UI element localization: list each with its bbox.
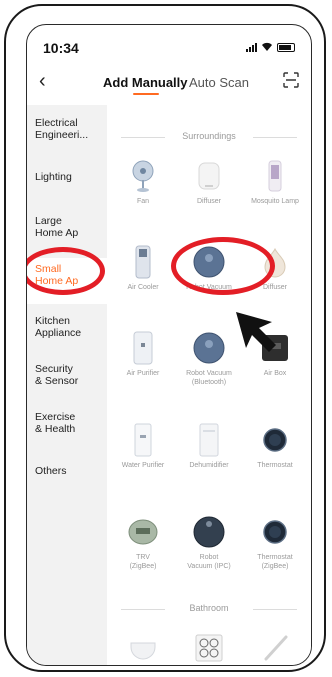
active-tab-indicator	[133, 93, 159, 95]
diffuser-icon	[192, 159, 226, 193]
device-label: Air Box	[263, 370, 287, 377]
device-air-cooler[interactable]: Air Cooler	[111, 245, 175, 292]
device-label: Diffuser	[197, 198, 221, 205]
thermostat-icon	[258, 423, 292, 457]
chevron-left-icon[interactable]: ‹	[39, 71, 46, 91]
section-title: Surroundings	[182, 131, 236, 141]
status-icons	[246, 42, 295, 52]
mosquito-lamp-icon	[258, 159, 292, 193]
air-purifier-icon	[126, 331, 160, 365]
wifi-icon	[262, 42, 272, 51]
phone-frame: 10:34 ‹ Add Manually Auto Scan Electrica…	[4, 4, 326, 672]
sidebar-item-lighting[interactable]: Lighting	[35, 171, 105, 183]
device-diffuser[interactable]: Diffuser	[177, 159, 241, 206]
sidebar-item-security-sensor[interactable]: Security & Sensor	[35, 363, 105, 387]
device-robot-vacuum-ipc[interactable]: Robot Vacuum (IPC)	[177, 515, 241, 571]
device-label: Air Cooler	[127, 284, 159, 291]
device-label: Mosquito Lamp	[251, 198, 299, 205]
arrow-cursor-icon	[236, 312, 276, 352]
device-label: Dehumidifier	[189, 462, 229, 469]
sidebar-item-large-home-appliance[interactable]: Large Home Ap	[35, 215, 105, 239]
highlight-ellipse-robot-vacuum	[171, 237, 275, 295]
device-label: Air Purifier	[126, 370, 160, 377]
device-dehumidifier[interactable]: Dehumidifier	[177, 423, 241, 470]
water-purifier-icon	[126, 423, 160, 457]
device-catalog: Surroundings Fan Diffuser Mosquito Lamp …	[107, 105, 311, 665]
sidebar-item-others[interactable]: Others	[35, 465, 105, 477]
device-fan[interactable]: Fan	[111, 159, 175, 206]
device-label: TRV (ZigBee)	[129, 554, 157, 570]
device-label: Robot Vacuum (Bluetooth)	[186, 370, 232, 386]
device-label: Thermostat (ZigBee)	[257, 554, 293, 570]
air-cooler-icon	[126, 245, 160, 279]
sidebar-item-electrical[interactable]: Electrical Engineeri...	[35, 117, 105, 141]
bathroom-heater-icon	[192, 631, 226, 665]
category-sidebar: Electrical Engineeri... Lighting Large H…	[27, 105, 107, 665]
battery-icon	[277, 43, 295, 52]
cellular-signal-icon	[246, 43, 257, 52]
device-bathroom-heater[interactable]	[177, 631, 241, 665]
sidebar-item-exercise-health[interactable]: Exercise & Health	[35, 411, 105, 435]
device-label: Robot Vacuum (IPC)	[187, 554, 231, 570]
status-bar: 10:34	[27, 25, 311, 63]
device-label: Fan	[136, 198, 150, 205]
tab-auto-scan[interactable]: Auto Scan	[189, 75, 249, 90]
smart-toilet-icon	[126, 631, 160, 665]
dehumidifier-icon	[192, 423, 226, 457]
device-smart-toilet[interactable]	[111, 631, 175, 665]
device-air-purifier[interactable]: Air Purifier	[111, 331, 175, 378]
tab-add-manually[interactable]: Add Manually	[103, 75, 188, 90]
status-time: 10:34	[43, 40, 79, 56]
nav-bar: ‹ Add Manually Auto Scan	[27, 63, 311, 103]
section-header-surroundings: Surroundings	[107, 131, 311, 145]
sidebar-item-kitchen-appliance[interactable]: Kitchen Appliance	[35, 315, 105, 339]
device-trv-zigbee[interactable]: TRV (ZigBee)	[111, 515, 175, 571]
robot-vacuum-icon	[192, 331, 226, 365]
section-title: Bathroom	[189, 603, 229, 613]
toothbrush-icon	[258, 631, 292, 665]
device-toothbrush[interactable]	[243, 631, 307, 665]
device-label: Thermostat	[257, 462, 293, 469]
scan-frame-icon[interactable]	[283, 72, 299, 88]
fan-icon	[126, 159, 160, 193]
thermostat-icon	[258, 515, 292, 549]
trv-icon	[126, 515, 160, 549]
device-mosquito-lamp[interactable]: Mosquito Lamp	[243, 159, 307, 206]
device-label: Water Purifier	[121, 462, 165, 469]
device-water-purifier[interactable]: Water Purifier	[111, 423, 175, 470]
section-header-bathroom: Bathroom	[107, 603, 311, 617]
device-thermostat[interactable]: Thermostat	[243, 423, 307, 470]
robot-vacuum-icon	[192, 515, 226, 549]
device-thermostat-zigbee[interactable]: Thermostat (ZigBee)	[243, 515, 307, 571]
